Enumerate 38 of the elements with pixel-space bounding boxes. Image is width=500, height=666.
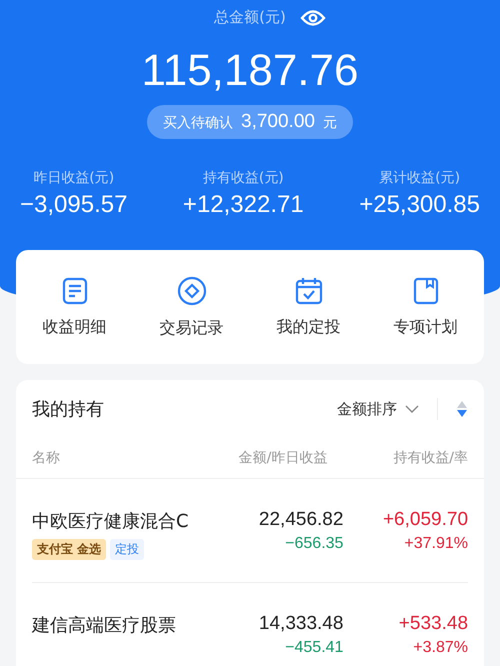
- holding-gain: +6,059.70: [382, 509, 468, 531]
- daily-gain: −656.35: [285, 535, 344, 553]
- holding-row[interactable]: 建信高端医疗股票 14,333.48 −455.41 +533.48 +3.87%: [32, 583, 468, 666]
- action-button[interactable]: 交易记录: [160, 276, 224, 338]
- amount-value: 22,456.82: [258, 509, 344, 531]
- gain-rate: +3.87%: [413, 639, 468, 657]
- chevron-down-icon: [405, 405, 419, 413]
- sort-dropdown[interactable]: 金额排序: [337, 400, 419, 418]
- stat-label: 累计收益(元): [379, 169, 460, 188]
- holding-row[interactable]: 中欧医疗健康混合C 支付宝 金选 定投 22,456.82 −656.35 +6,059.70 +37.91%: [32, 479, 468, 583]
- column-header: 金额/昨日收益: [238, 449, 328, 467]
- stat-value: +12,322.71: [182, 191, 304, 220]
- section-title: 我的持有: [32, 398, 105, 421]
- fund-tag: 定投: [110, 539, 144, 560]
- holding-gain: +533.48: [398, 613, 468, 635]
- fund-tag: 支付宝 金选: [32, 539, 106, 560]
- total-amount: 115,187.76: [142, 47, 358, 96]
- stat-label: 持有收益(元): [202, 169, 284, 188]
- stat-value: −3,095.57: [20, 191, 128, 220]
- stat-value: +25,300.85: [359, 191, 480, 220]
- column-header: 持有收益/率: [392, 449, 468, 467]
- stat-label: 昨日收益(元): [33, 169, 114, 188]
- action-button[interactable]: 专项计划: [394, 276, 458, 338]
- sort-order-icon[interactable]: [456, 400, 468, 418]
- daily-gain: −455.41: [285, 639, 344, 657]
- bookmark-icon: [412, 276, 438, 304]
- action-button[interactable]: 我的定投: [276, 276, 340, 338]
- fund-name: 建信高端医疗股票: [32, 614, 177, 637]
- document-icon: [62, 276, 88, 304]
- fund-name: 中欧医疗健康混合C: [32, 510, 190, 533]
- coin-icon: [176, 276, 206, 306]
- column-header: 名称: [32, 449, 61, 467]
- gain-rate: +37.91%: [404, 535, 468, 553]
- amount-value: 14,333.48: [258, 613, 344, 635]
- action-button[interactable]: 收益明细: [42, 276, 106, 338]
- calendar-icon: [294, 276, 322, 304]
- total-label: 总金额(元): [214, 8, 286, 27]
- eye-icon[interactable]: [300, 8, 326, 26]
